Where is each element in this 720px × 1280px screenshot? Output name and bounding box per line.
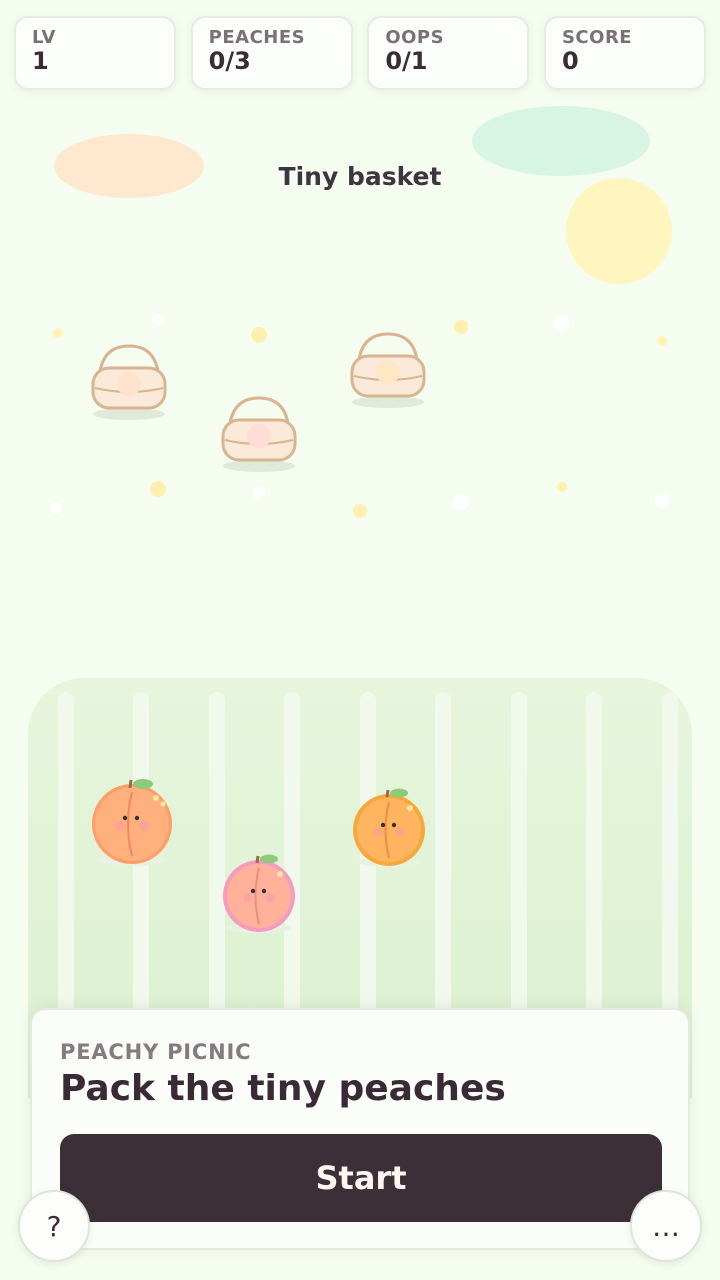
- level-instruction: Pack the tiny peaches: [60, 1068, 506, 1109]
- stat-peaches: PEACHES 0/3: [190, 16, 353, 90]
- stat-label: LV: [32, 27, 56, 48]
- sparkle-dot: [253, 487, 265, 499]
- help-button[interactable]: ?: [18, 1190, 90, 1262]
- sparkle-dot: [657, 336, 667, 346]
- more-options-button[interactable]: …: [630, 1190, 702, 1262]
- sparkle-dot: [251, 327, 267, 343]
- peach-golden[interactable]: [346, 788, 432, 874]
- sparkle-dot: [655, 494, 669, 508]
- peach-pink[interactable]: [216, 854, 302, 940]
- stat-score: SCORE 0: [543, 16, 706, 90]
- stat-value: 0/3: [208, 47, 251, 75]
- basket-2[interactable]: [219, 392, 299, 482]
- sparkle-dot: [150, 481, 166, 497]
- sun: [566, 178, 672, 284]
- sparkle-dot: [353, 504, 367, 518]
- peach-orange[interactable]: [84, 778, 180, 874]
- stat-value: 0/1: [385, 47, 428, 75]
- stat-label: PEACHES: [208, 27, 306, 48]
- basket-1[interactable]: [89, 340, 169, 430]
- sparkle-dot: [453, 494, 469, 510]
- sparkle-dot: [557, 482, 567, 492]
- stat-label: OOPS: [385, 27, 445, 48]
- sparkle-dot: [454, 320, 468, 334]
- stat-oops: OOPS 0/1: [367, 16, 530, 90]
- sparkle-dot: [152, 314, 164, 326]
- game-name: PEACHY PICNIC: [60, 1040, 252, 1064]
- sparkle-dot: [553, 315, 569, 331]
- hud: LV 1 PEACHES 0/3 OOPS 0/1 SCORE 0: [14, 16, 706, 92]
- level-title: Tiny basket: [278, 162, 442, 191]
- sparkle-dot: [50, 502, 62, 514]
- stat-level: LV 1: [14, 16, 176, 90]
- start-button[interactable]: Start: [60, 1134, 662, 1222]
- start-panel: PEACHY PICNIC Pack the tiny peaches Star…: [30, 1008, 690, 1250]
- stat-value: 1: [32, 47, 49, 75]
- stat-label: SCORE: [561, 27, 633, 48]
- sparkle-dot: [53, 328, 63, 338]
- stat-value: 0: [561, 47, 579, 75]
- basket-3[interactable]: [348, 328, 428, 418]
